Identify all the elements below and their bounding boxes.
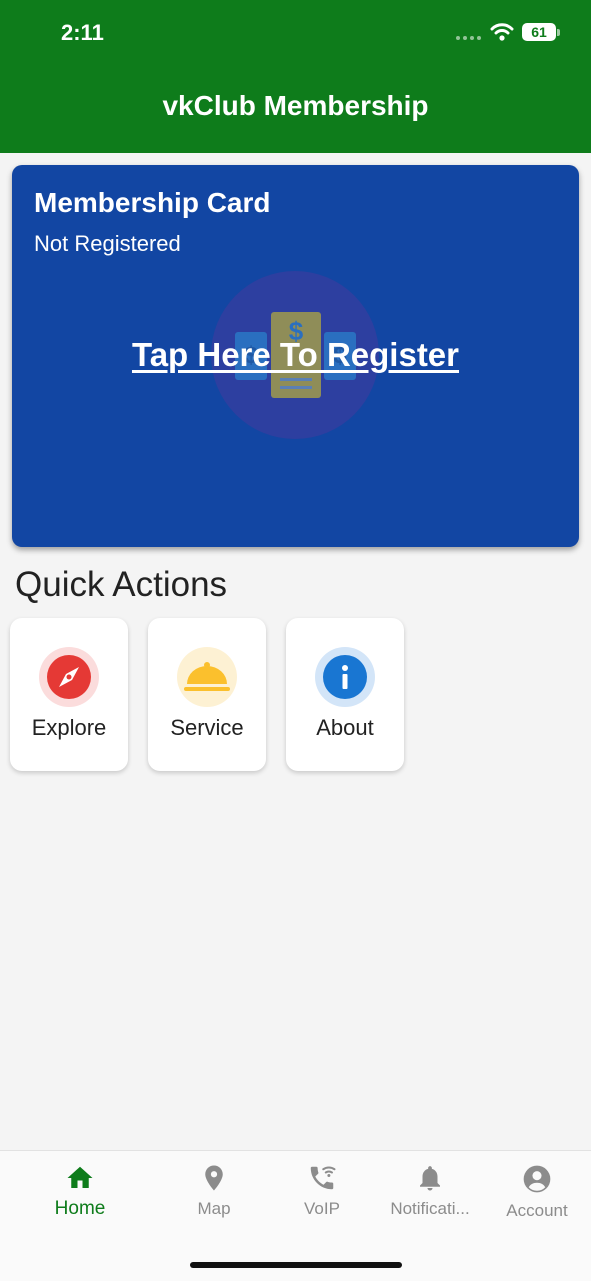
quick-action-label: Explore xyxy=(31,715,107,740)
wifi-icon xyxy=(490,23,514,41)
info-icon xyxy=(315,647,375,707)
home-indicator xyxy=(190,1262,402,1268)
bell-icon xyxy=(420,1166,440,1191)
battery-nub xyxy=(557,29,560,36)
home-icon xyxy=(67,1166,93,1188)
membership-card[interactable]: Membership Card Not Registered $ $ $ Tap… xyxy=(12,165,579,547)
nav-notifications[interactable]: Notificati... xyxy=(371,1163,489,1233)
wifi-calling-icon xyxy=(310,1166,336,1190)
app-header: 2:11 61 vkClub Membership xyxy=(0,0,591,153)
quick-action-service[interactable]: Service xyxy=(148,618,266,771)
status-time: 2:11 xyxy=(61,20,104,45)
quick-action-label: About xyxy=(316,715,374,740)
nav-home[interactable]: Home xyxy=(21,1163,139,1233)
nav-label-map: Map xyxy=(197,1199,231,1218)
nav-account[interactable]: Account xyxy=(478,1163,591,1233)
nav-label-voip: VoIP xyxy=(304,1199,340,1218)
quick-action-label: Service xyxy=(170,715,244,740)
nav-map[interactable]: Map xyxy=(155,1163,273,1233)
map-pin-icon xyxy=(205,1165,223,1191)
account-icon xyxy=(523,1165,551,1193)
battery-level: 61 xyxy=(531,24,547,40)
compass-icon xyxy=(39,647,99,707)
membership-card-title: Membership Card xyxy=(34,187,271,218)
service-bell-icon xyxy=(177,647,237,707)
quick-actions-heading: Quick Actions xyxy=(15,565,228,604)
quick-action-explore[interactable]: Explore xyxy=(10,618,128,771)
battery-icon: 61 xyxy=(522,23,556,41)
nav-label-home: Home xyxy=(54,1198,106,1219)
nav-label-account: Account xyxy=(506,1201,568,1220)
membership-status: Not Registered xyxy=(34,231,181,256)
cellular-signal-icon xyxy=(456,36,481,40)
nav-voip[interactable]: VoIP xyxy=(263,1163,381,1233)
quick-action-about[interactable]: About xyxy=(286,618,404,771)
register-link[interactable]: Tap Here To Register xyxy=(12,336,579,374)
nav-label-notifications: Notificati... xyxy=(390,1199,470,1218)
page-title: vkClub Membership xyxy=(162,90,429,121)
